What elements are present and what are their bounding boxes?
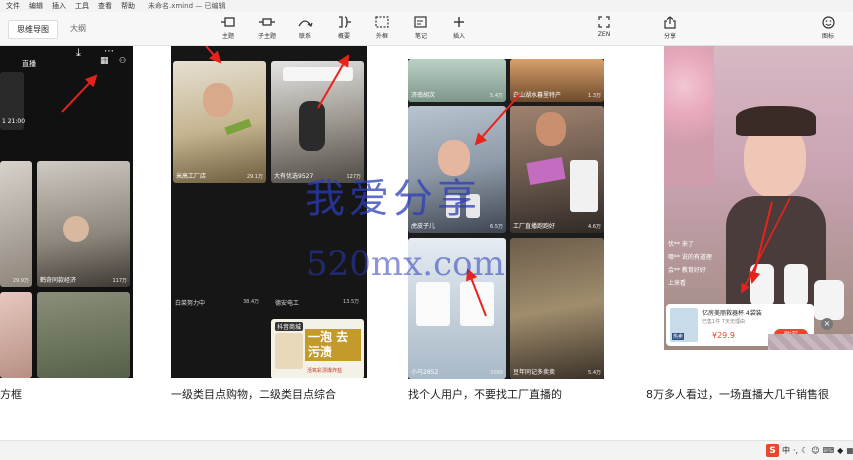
note-button-label: 笔记 <box>414 33 427 40</box>
topic-icon <box>219 14 237 30</box>
boundary-button[interactable]: 外框 <box>365 14 399 44</box>
emoji-button[interactable]: 图标 <box>811 14 845 44</box>
node-caption[interactable]: 找个人用户，不要找工厂直播的 <box>408 386 562 402</box>
mindmap-canvas[interactable]: 直播 ⤓ ⋯ ▦ ⚇ 1 21:00 29.9万 鹤奇同款经济 117万 米高工… <box>0 46 853 440</box>
menu-bar: 文件 编辑 插入 工具 查看 帮助 未命名.xmind — 已编辑 <box>0 0 853 12</box>
menu-insert[interactable]: 插入 <box>52 1 66 11</box>
menu-tools[interactable]: 工具 <box>75 1 89 11</box>
ime-mode[interactable]: 中 <box>782 445 790 456</box>
arrow <box>205 46 222 64</box>
node-caption[interactable]: 一级类目点购物，二级类目点综合 <box>171 386 336 402</box>
toolbar: 思维导图 大纲 主题 子主题 联系 概要 外框 笔记 插入 ZEN 分享 图标 <box>0 12 853 46</box>
subtopic-button[interactable]: 子主题 <box>250 14 284 44</box>
view-tabs: 思维导图 大纲 <box>8 20 94 39</box>
boundary-icon <box>373 14 391 30</box>
share-button-label: 分享 <box>663 33 676 40</box>
relationship-icon <box>296 14 314 30</box>
sogou-icon: S <box>766 444 779 457</box>
arrow <box>466 268 487 317</box>
insert-button-label: 插入 <box>452 33 465 40</box>
share-button[interactable]: 分享 <box>653 14 687 44</box>
menu-help[interactable]: 帮助 <box>121 1 135 11</box>
insert-button[interactable]: 插入 <box>442 14 476 44</box>
annotation-arrows <box>61 46 791 317</box>
note-button[interactable]: 笔记 <box>404 14 438 44</box>
emoji-icon[interactable]: ☺ <box>811 446 819 455</box>
emoji-button-label: 图标 <box>821 33 834 40</box>
arrow <box>748 201 773 284</box>
zen-icon <box>595 14 613 30</box>
menu-file[interactable]: 文件 <box>6 1 20 11</box>
subtopic-icon <box>258 14 276 30</box>
punctuation-icon[interactable]: ·, <box>793 446 798 455</box>
node-caption[interactable]: 8万多人看过，一场直播大几千销售很 <box>646 386 829 402</box>
arrow <box>61 74 98 113</box>
relationship-button-label: 联系 <box>298 33 311 40</box>
ime-toolbar[interactable]: S 中 ·, ☾ ☺ ⌨ ◆ ▦ <box>766 444 853 457</box>
document-title: 未命名.xmind — 已编辑 <box>148 2 226 10</box>
relationship-button[interactable]: 联系 <box>288 14 322 44</box>
arrow <box>741 197 791 294</box>
topic-button[interactable]: 主题 <box>211 14 245 44</box>
arrow <box>474 93 521 146</box>
plus-icon <box>450 14 468 30</box>
note-icon <box>412 14 430 30</box>
status-bar: S 中 ·, ☾ ☺ ⌨ ◆ ▦ <box>0 440 853 460</box>
node-caption[interactable]: 方框 <box>0 386 22 402</box>
topic-button-label: 主题 <box>221 33 234 40</box>
zen-button-label: ZEN <box>597 31 611 38</box>
tab-outline[interactable]: 大纲 <box>62 20 94 39</box>
keyboard-icon[interactable]: ⌨ <box>823 446 835 455</box>
summary-button-label: 概要 <box>337 33 350 40</box>
menu-edit[interactable]: 编辑 <box>29 1 43 11</box>
summary-icon <box>335 14 353 30</box>
menu-view[interactable]: 查看 <box>98 1 112 11</box>
share-icon <box>661 14 679 30</box>
summary-button[interactable]: 概要 <box>327 14 361 44</box>
skin-icon[interactable]: ◆ <box>837 446 843 455</box>
subtopic-button-label: 子主题 <box>257 33 276 40</box>
zen-button[interactable]: ZEN <box>587 14 621 44</box>
moon-icon[interactable]: ☾ <box>801 446 808 455</box>
tab-mindmap[interactable]: 思维导图 <box>8 20 58 39</box>
boundary-button-label: 外框 <box>375 33 388 40</box>
app-window: 文件 编辑 插入 工具 查看 帮助 未命名.xmind — 已编辑 思维导图 大… <box>0 0 853 460</box>
apps-icon[interactable]: ▦ <box>846 446 853 455</box>
arrow <box>317 54 349 109</box>
emoji-icon <box>819 14 837 30</box>
